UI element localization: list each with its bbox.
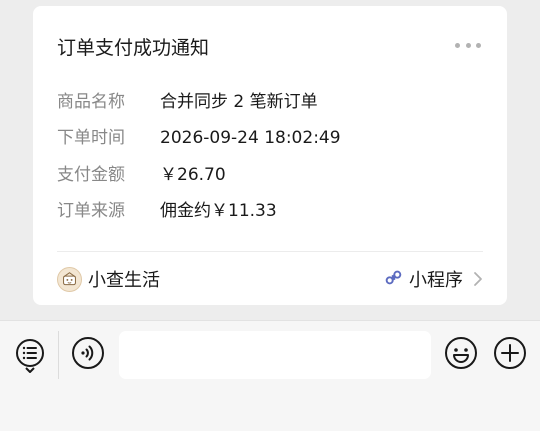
more-dot-icon <box>465 42 471 48</box>
more-functions-button[interactable] <box>493 336 527 374</box>
field-label: 订单来源 <box>57 201 125 221</box>
field-label: 商品名称 <box>57 92 125 112</box>
chat-input-bar <box>0 320 540 431</box>
field-value: 佣金约￥11.33 <box>160 201 277 221</box>
list-menu-icon <box>13 336 47 378</box>
more-dot-icon <box>476 42 481 48</box>
field-label: 下单时间 <box>57 128 125 148</box>
app-avatar-icon <box>57 266 82 292</box>
more-dot-icon <box>455 42 460 48</box>
card-title: 订单支付成功通知 <box>57 37 210 59</box>
app-name: 小查生活 <box>88 270 160 291</box>
card-divider <box>57 251 483 252</box>
more-options-button[interactable] <box>455 40 481 50</box>
miniprogram-label: 小程序 <box>409 270 463 291</box>
app-link[interactable]: 小查生活 <box>57 265 160 293</box>
emoji-button[interactable] <box>444 336 478 374</box>
voice-button[interactable] <box>71 336 105 374</box>
voice-icon <box>71 336 105 374</box>
toolbar-separator <box>58 331 59 379</box>
miniprogram-link[interactable]: 小程序 <box>384 265 483 293</box>
field-value: 合并同步 2 笔新订单 <box>160 92 318 112</box>
field-value: ￥26.70 <box>160 165 226 185</box>
field-value: 2026-09-24 18:02:49 <box>160 128 341 148</box>
miniprogram-icon <box>384 268 403 291</box>
field-label: 支付金额 <box>57 165 125 185</box>
message-input[interactable] <box>119 331 431 379</box>
service-menu-button[interactable] <box>13 338 47 376</box>
plus-icon <box>493 336 527 374</box>
notification-card[interactable]: 订单支付成功通知 商品名称 合并同步 2 笔新订单 下单时间 2026-09-2… <box>33 6 507 305</box>
emoji-icon <box>444 336 478 374</box>
chevron-right-icon <box>473 271 483 287</box>
